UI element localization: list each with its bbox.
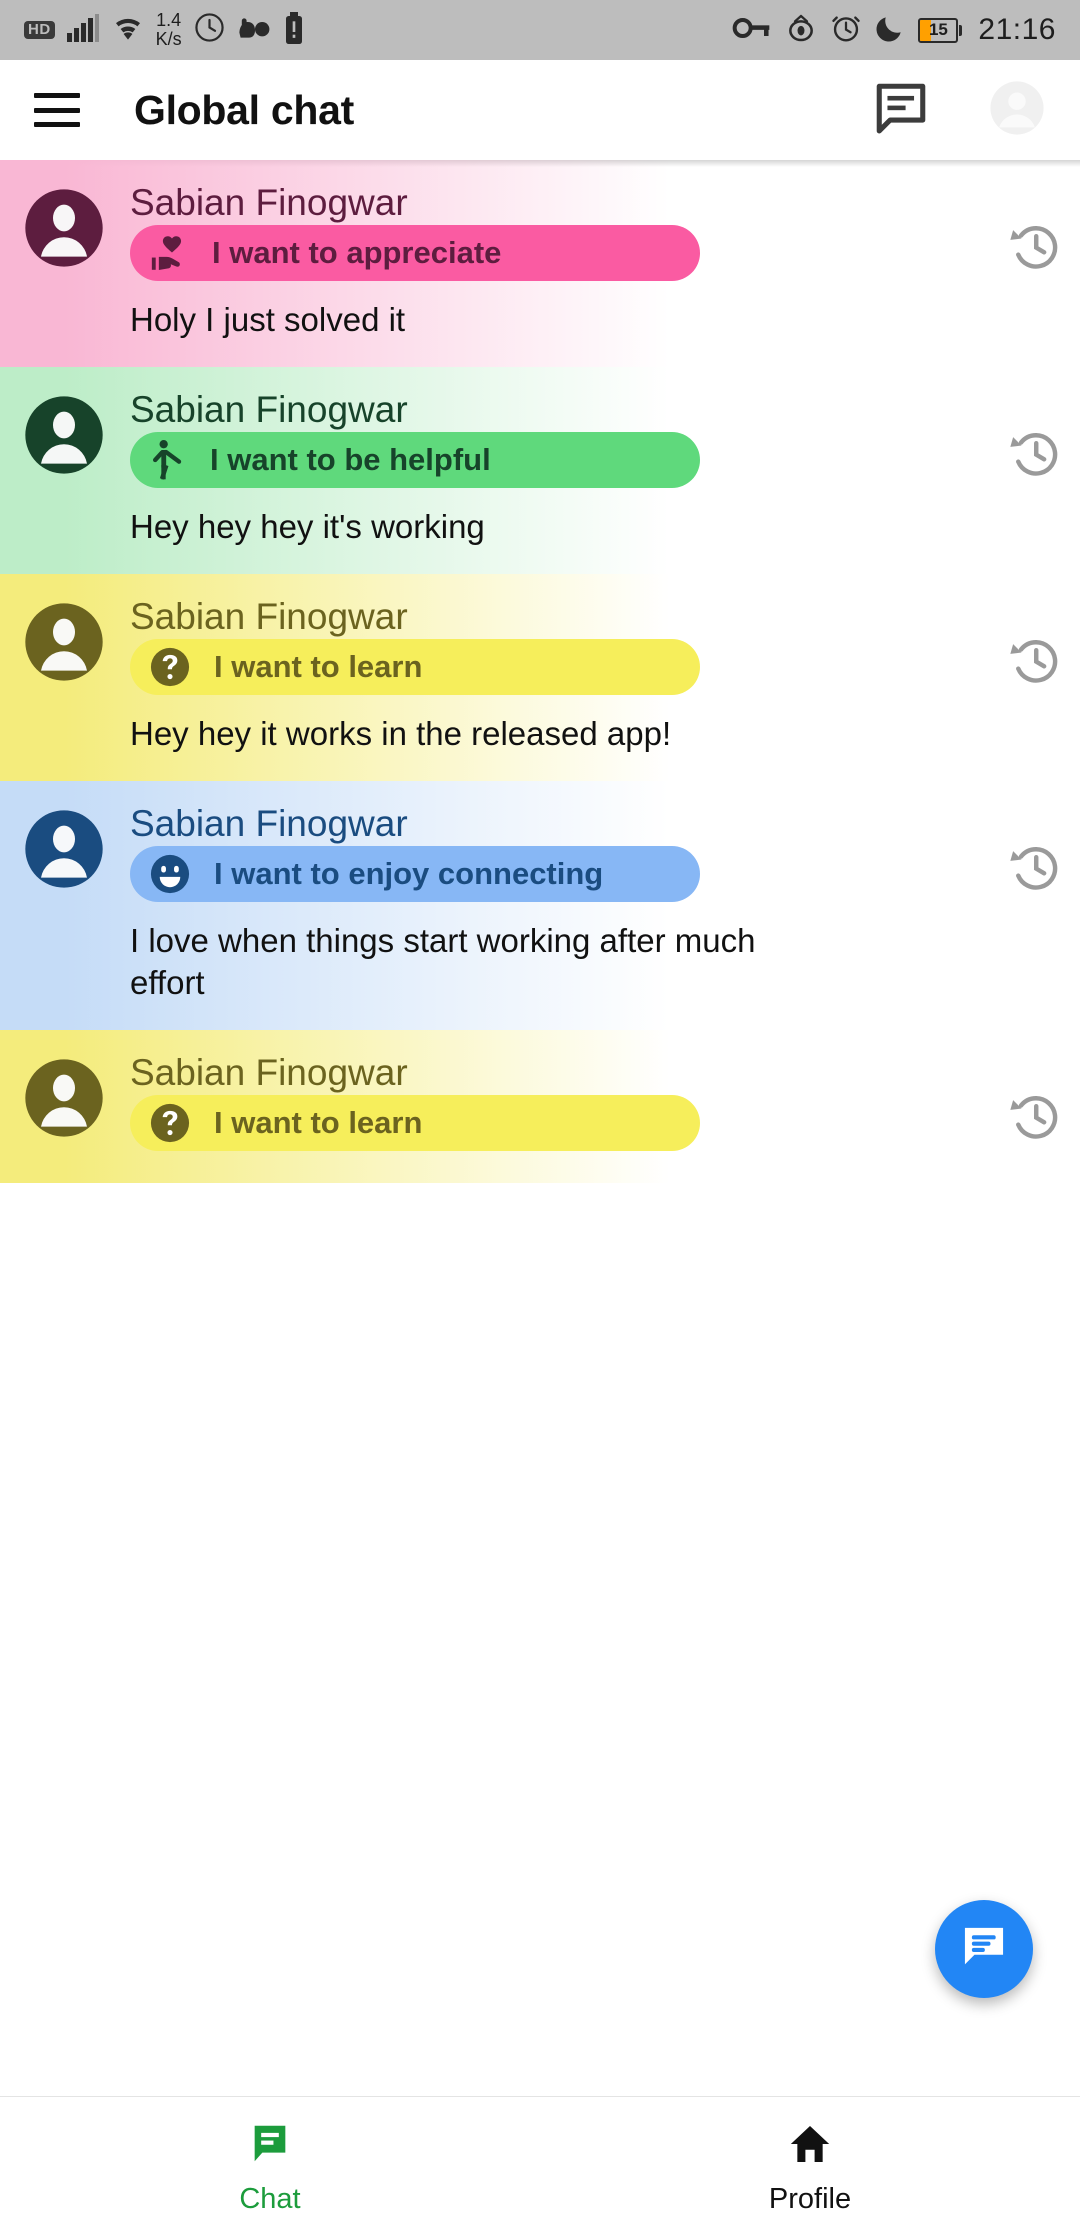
bottom-navigation: Chat Profile	[0, 2096, 1080, 2240]
message-author: Sabian Finogwar	[130, 1051, 408, 1093]
message-row[interactable]: Sabian Finogwar I want to appreciate Holy…	[0, 160, 1080, 368]
message-text: Hey hey hey it's working	[130, 508, 485, 546]
app-bar-actions	[872, 79, 1046, 142]
message-row[interactable]: Sabian Finogwar I want to enjoy connecti…	[0, 781, 1080, 1030]
status-bar: HD 1.4 K/s 15 21:16	[0, 0, 1080, 60]
network-speed-icon: 1.4 K/s	[155, 10, 182, 49]
avatar[interactable]	[24, 395, 104, 475]
page-title: Global chat	[134, 86, 354, 133]
new-chat-fab[interactable]	[935, 1900, 1033, 1998]
chat-bubble-icon	[247, 2121, 293, 2172]
app-bar: Global chat	[0, 60, 1080, 167]
avatar[interactable]	[24, 602, 104, 682]
do-not-disturb-icon	[237, 13, 273, 48]
intent-label: I want to enjoy connecting	[214, 856, 604, 892]
chat-bubble-icon	[958, 1921, 1010, 1978]
message-row[interactable]: Sabian Finogwar I want to learn	[0, 1029, 1080, 1184]
hd-badge-icon: HD	[24, 20, 55, 40]
intent-badge[interactable]: I want to learn	[130, 1095, 700, 1152]
intent-badge[interactable]: I want to appreciate	[130, 225, 700, 282]
vpn-key-icon	[732, 14, 772, 47]
intent-label: I want to learn	[214, 649, 423, 685]
account-circle-icon[interactable]	[988, 79, 1046, 142]
history-icon[interactable]	[1008, 839, 1064, 895]
message-text: Holy I just solved it	[130, 301, 406, 339]
message-list[interactable]: Sabian Finogwar I want to appreciate Holy…	[0, 160, 1080, 1184]
message-body: Sabian Finogwar I want to appreciate Holy…	[130, 182, 1056, 341]
status-bar-clock: 21:16	[978, 13, 1056, 46]
history-icon[interactable]	[1008, 425, 1064, 481]
signal-bars-icon	[66, 13, 100, 48]
message-body: Sabian Finogwar I want to learn	[130, 1052, 1056, 1157]
message-body: Sabian Finogwar I want to enjoy connecti…	[130, 803, 1056, 1004]
intent-label: I want to be helpful	[210, 442, 491, 478]
avatar[interactable]	[24, 809, 104, 889]
help-circle-icon	[148, 645, 192, 689]
message-author: Sabian Finogwar	[130, 803, 408, 845]
message-row[interactable]: Sabian Finogwar I want to be helpful Hey …	[0, 367, 1080, 575]
message-text: Hey hey it works in the released app!	[130, 715, 672, 753]
status-bar-right: 15 21:16	[732, 12, 1056, 49]
message-content: Sabian Finogwar I want to be helpful Hey …	[0, 389, 1080, 548]
battery-icon: 15	[918, 17, 963, 43]
history-icon[interactable]	[1008, 1088, 1064, 1144]
nav-item-profile-label: Profile	[768, 2183, 852, 2215]
help-circle-icon	[148, 1101, 192, 1145]
volunteer-activism-icon	[148, 232, 190, 274]
person-raising-hand-icon	[148, 437, 188, 483]
hamburger-menu-icon[interactable]	[34, 93, 80, 127]
message-body: Sabian Finogwar I want to be helpful Hey …	[130, 389, 1056, 548]
message-content: Sabian Finogwar I want to appreciate Holy…	[0, 182, 1080, 341]
message-text: I love when things start working after m…	[130, 922, 756, 1002]
message-body: Sabian Finogwar I want to learn Hey hey i…	[130, 596, 1056, 755]
intent-badge[interactable]: I want to be helpful	[130, 432, 700, 489]
nav-item-chat-label: Chat	[239, 2183, 301, 2215]
history-icon[interactable]	[1008, 632, 1064, 688]
history-icon[interactable]	[1008, 218, 1064, 274]
message-content: Sabian Finogwar I want to enjoy connecti…	[0, 803, 1080, 1004]
message-author: Sabian Finogwar	[130, 596, 408, 638]
intent-label: I want to learn	[214, 1105, 423, 1141]
status-bar-left: HD 1.4 K/s	[24, 11, 304, 49]
message-author: Sabian Finogwar	[130, 182, 408, 223]
nav-item-profile[interactable]: Profile	[540, 2097, 1080, 2240]
battery-level-label: 15	[928, 20, 948, 39]
intent-label: I want to appreciate	[212, 235, 502, 271]
avatar[interactable]	[24, 1058, 104, 1138]
message-content: Sabian Finogwar I want to learn	[0, 1052, 1080, 1157]
intent-badge[interactable]: I want to learn	[130, 639, 700, 696]
clock-icon	[193, 11, 226, 49]
avatar[interactable]	[24, 188, 104, 268]
nav-item-chat[interactable]: Chat	[0, 2097, 540, 2240]
message-content: Sabian Finogwar I want to learn Hey hey i…	[0, 596, 1080, 755]
wifi-icon	[111, 13, 145, 48]
moon-icon	[874, 12, 906, 49]
smiley-face-icon	[148, 852, 192, 896]
alarm-clock-icon	[830, 12, 862, 49]
battery-alert-icon	[284, 11, 304, 49]
message-author: Sabian Finogwar	[130, 389, 408, 431]
chat-bubble-icon[interactable]	[872, 79, 930, 142]
eye-icon	[784, 12, 818, 49]
message-row[interactable]: Sabian Finogwar I want to learn Hey hey i…	[0, 574, 1080, 782]
intent-badge[interactable]: I want to enjoy connecting	[130, 846, 700, 903]
home-icon	[787, 2121, 833, 2172]
